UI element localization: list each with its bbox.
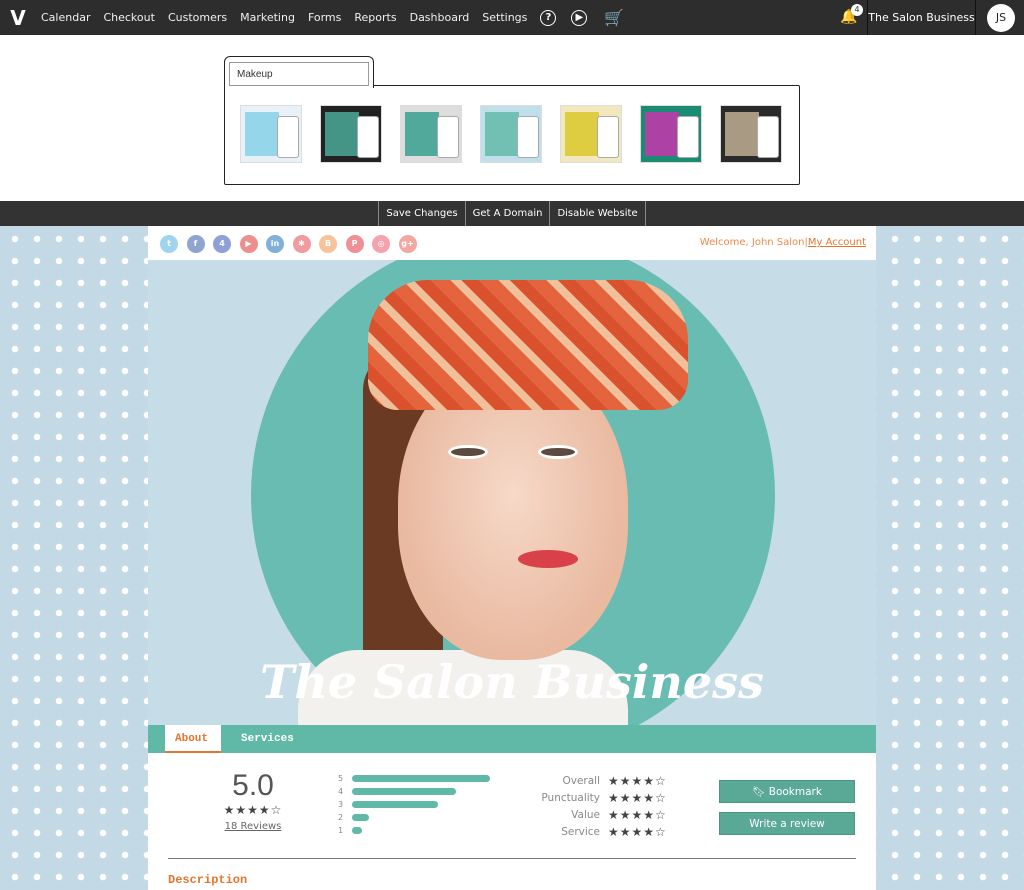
distribution-row: 4 xyxy=(338,785,490,798)
cart-icon[interactable]: 🛒 xyxy=(604,8,624,27)
my-account-link[interactable]: My Account xyxy=(808,237,866,248)
theme-thumbnail[interactable] xyxy=(400,105,462,163)
distribution-bar xyxy=(352,814,369,821)
hero-eye xyxy=(448,445,488,459)
category-label: Overall xyxy=(562,774,600,787)
hero-headscarf xyxy=(368,280,688,410)
avatar[interactable]: JS xyxy=(987,4,1015,32)
notification-badge: 4 xyxy=(851,4,863,16)
distribution-bar xyxy=(352,801,438,808)
hero-lips xyxy=(518,550,578,568)
bookmark-label: Bookmark xyxy=(768,786,822,798)
disable-website-button[interactable]: Disable Website xyxy=(549,201,646,226)
divider xyxy=(168,858,856,859)
rating-stars: ★★★★☆ xyxy=(223,803,283,817)
twitter-icon[interactable]: t xyxy=(160,235,178,253)
nav-customers[interactable]: Customers xyxy=(168,11,227,24)
nav-forms[interactable]: Forms xyxy=(308,11,341,24)
instagram-icon[interactable]: ◎ xyxy=(372,235,390,253)
tab-about[interactable]: About xyxy=(165,725,221,753)
save-changes-button[interactable]: Save Changes xyxy=(378,201,464,226)
distribution-label: 3 xyxy=(338,800,344,809)
theme-thumbnail[interactable] xyxy=(560,105,622,163)
get-domain-button[interactable]: Get A Domain xyxy=(464,201,550,226)
social-links: t f 4 ▶ in ✱ B P ◎ g+ xyxy=(160,235,425,253)
distribution-label: 2 xyxy=(338,813,344,822)
hero-image: The Salon Business xyxy=(148,260,876,725)
reviews-link[interactable]: 18 Reviews xyxy=(208,821,298,832)
bookmark-button[interactable]: 🔖︎ Bookmark xyxy=(719,780,855,803)
hero-eye xyxy=(538,445,578,459)
blogger-icon[interactable]: B xyxy=(319,235,337,253)
distribution-row: 3 xyxy=(338,798,490,811)
pinterest-icon[interactable]: P xyxy=(345,235,364,253)
rating-score: 5.0 xyxy=(232,769,274,802)
website-preview: t f 4 ▶ in ✱ B P ◎ g+ Welcome, John Salon|My Acco… xyxy=(148,226,876,890)
write-review-button[interactable]: Write a review xyxy=(719,812,855,835)
distribution-row: 5 xyxy=(338,772,490,785)
help-icon[interactable]: ? xyxy=(540,9,557,26)
category-input[interactable] xyxy=(229,62,369,86)
description-heading: Description xyxy=(168,873,248,887)
category-stars: ★★★★☆ xyxy=(608,790,667,805)
welcome-label: Welcome, John Salon| xyxy=(699,237,808,248)
distribution-row: 2 xyxy=(338,811,490,824)
category-stars: ★★★★☆ xyxy=(608,824,667,839)
nav-settings[interactable]: Settings xyxy=(482,11,527,24)
play-icon[interactable]: ▶ xyxy=(571,9,588,26)
google-plus-icon[interactable]: g+ xyxy=(398,235,417,253)
rating-categories: Overall ★★★★☆ Punctuality ★★★★☆ Value ★★★★☆ Se… xyxy=(528,772,667,840)
youtube-icon[interactable]: ▶ xyxy=(239,235,258,253)
action-bar: Save Changes Get A Domain Disable Websit… xyxy=(0,201,1024,226)
rating-summary: 5.0 ★★★★☆ 18 Reviews xyxy=(208,769,298,832)
distribution-label: 5 xyxy=(338,774,344,783)
distribution-label: 4 xyxy=(338,787,344,796)
linkedin-icon[interactable]: in xyxy=(266,235,284,253)
category-label: Value xyxy=(571,808,600,821)
nav-checkout[interactable]: Checkout xyxy=(103,11,154,24)
theme-thumbnail[interactable] xyxy=(480,105,542,163)
theme-thumbnail[interactable] xyxy=(320,105,382,163)
logo-icon[interactable]: V xyxy=(7,7,29,29)
distribution-row: 1 xyxy=(338,824,490,837)
distribution-bar xyxy=(352,827,362,834)
distribution-bar xyxy=(352,788,456,795)
category-label: Service xyxy=(561,825,600,838)
category-stars: ★★★★☆ xyxy=(608,807,667,822)
category-stars: ★★★★☆ xyxy=(608,773,667,788)
category-row: Punctuality ★★★★☆ xyxy=(528,789,667,806)
theme-thumbnail[interactable] xyxy=(240,105,302,163)
foursquare-icon[interactable]: 4 xyxy=(213,235,231,253)
tab-services[interactable]: Services xyxy=(231,725,304,753)
theme-thumbnail[interactable] xyxy=(720,105,782,163)
category-row: Value ★★★★☆ xyxy=(528,806,667,823)
category-label: Punctuality xyxy=(541,791,600,804)
category-row: Overall ★★★★☆ xyxy=(528,772,667,789)
site-title: The Salon Business xyxy=(260,655,764,709)
yelp-icon[interactable]: ✱ xyxy=(292,235,311,253)
facebook-icon[interactable]: f xyxy=(186,235,205,253)
nav-calendar[interactable]: Calendar xyxy=(41,11,90,24)
welcome-text: Welcome, John Salon|My Account xyxy=(700,237,866,248)
nav-reports[interactable]: Reports xyxy=(354,11,396,24)
bookmark-icon: 🔖︎ xyxy=(752,786,769,798)
top-nav: V Calendar Checkout Customers Marketing … xyxy=(0,0,1024,35)
distribution-bar xyxy=(352,775,490,782)
business-name[interactable]: The Salon Business xyxy=(867,0,976,35)
nav-marketing[interactable]: Marketing xyxy=(240,11,295,24)
distribution-label: 1 xyxy=(338,826,344,835)
category-tab xyxy=(224,56,374,88)
rating-distribution: 5 4 3 2 1 xyxy=(338,772,490,837)
nav-dashboard[interactable]: Dashboard xyxy=(410,11,470,24)
category-row: Service ★★★★☆ xyxy=(528,823,667,840)
site-tabs: About Services xyxy=(148,725,876,753)
theme-thumbnail[interactable] xyxy=(640,105,702,163)
